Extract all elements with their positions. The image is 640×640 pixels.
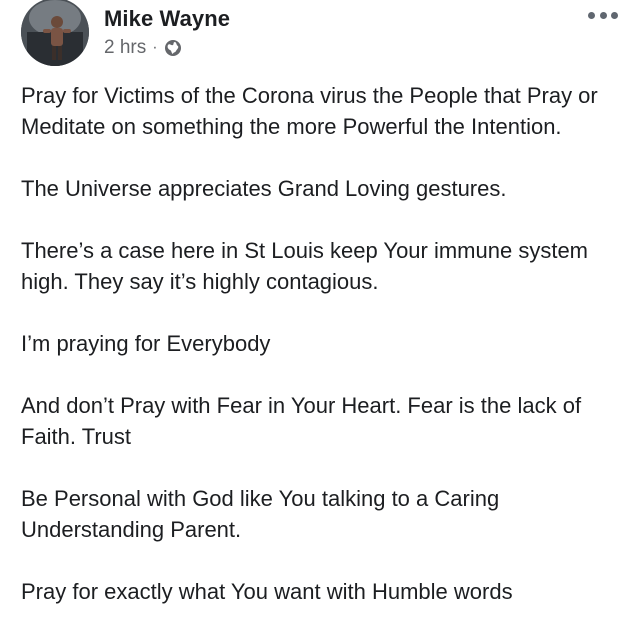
post-body: Pray for Victims of the Corona virus the… [21, 80, 626, 638]
avatar-photo [21, 0, 89, 66]
globe-icon[interactable] [164, 39, 182, 57]
post-paragraph: Pray for exactly what You want with Humb… [21, 579, 513, 604]
timestamp[interactable]: 2 hrs [104, 37, 146, 59]
avatar[interactable] [21, 0, 89, 66]
facebook-post: Mike Wayne 2 hrs · Pray for Victims of t… [0, 0, 640, 640]
post-paragraph: There’s a case here in St Louis keep You… [21, 238, 589, 294]
more-dot [599, 11, 607, 19]
post-paragraph: The Universe appreciates Grand Loving ge… [21, 176, 507, 201]
meta-separator: · [152, 39, 158, 56]
more-dot [611, 11, 618, 19]
post-paragraph: And don’t Pray with Fear in Your Heart. … [21, 393, 582, 449]
post-meta: 2 hrs · [104, 37, 182, 59]
post-paragraph: Pray for Victims of the Corona virus the… [21, 83, 598, 139]
post-paragraph: I’m praying for Everybody [21, 331, 271, 356]
post-paragraph: Be Personal with God like You talking to… [21, 486, 500, 542]
more-options-icon[interactable] [588, 8, 618, 22]
more-dot [588, 11, 595, 19]
author-name[interactable]: Mike Wayne [104, 6, 230, 32]
